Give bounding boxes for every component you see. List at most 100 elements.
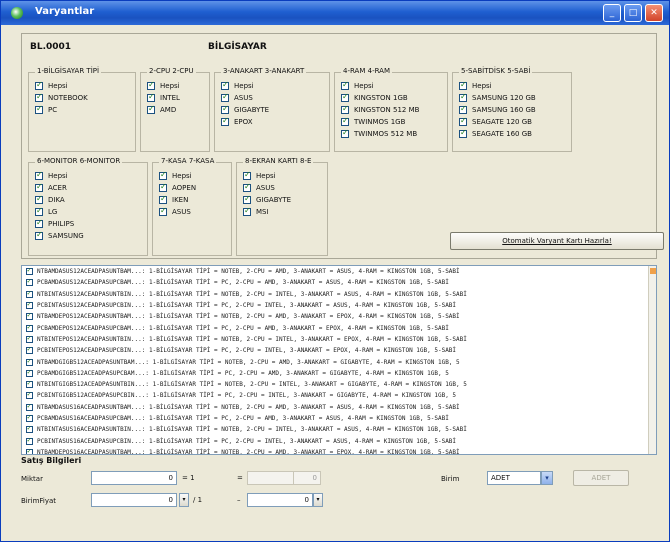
checked-checkbox-icon[interactable] xyxy=(35,194,43,204)
checked-checkbox-icon[interactable] xyxy=(147,80,155,90)
variant-row[interactable]: PCBINTASUS12ACEADPASUPCBIN...: 1-BİLGİSA… xyxy=(22,300,656,311)
close-button[interactable]: ✕ xyxy=(645,4,663,22)
checked-checkbox-icon[interactable] xyxy=(243,194,251,204)
variant-option[interactable]: GIGABYTE xyxy=(221,104,269,115)
checked-checkbox-icon[interactable] xyxy=(26,289,33,298)
variant-row[interactable]: NTBINTASUS16ACEADPASUNTBIN...: 1-BİLGİSA… xyxy=(22,424,656,435)
variant-option[interactable]: LG xyxy=(35,206,57,217)
variant-option[interactable]: GIGABYTE xyxy=(243,194,291,205)
checked-checkbox-icon[interactable] xyxy=(221,80,229,90)
checked-checkbox-icon[interactable] xyxy=(341,80,349,90)
variant-row[interactable]: PCBINTEPOS12ACEADPASUPCBIN...: 1-BİLGİSA… xyxy=(22,345,656,356)
checked-checkbox-icon[interactable] xyxy=(35,104,43,114)
variant-option[interactable]: DIKA xyxy=(35,194,65,205)
variant-row[interactable]: PCBINTGIGB512ACEADPASUPCBIN...: 1-BİLGİS… xyxy=(22,390,656,401)
checked-checkbox-icon[interactable] xyxy=(26,345,33,355)
checked-checkbox-icon[interactable] xyxy=(35,206,43,216)
checked-checkbox-icon[interactable] xyxy=(26,266,33,276)
checked-checkbox-icon[interactable] xyxy=(35,230,43,240)
checked-checkbox-icon[interactable] xyxy=(147,92,155,102)
variant-option[interactable]: KINGSTON 512 MB xyxy=(341,104,419,115)
variant-option[interactable]: MSI xyxy=(243,206,269,217)
checked-checkbox-icon[interactable] xyxy=(243,170,251,180)
unit-select[interactable]: ADET xyxy=(487,471,541,485)
variant-option[interactable]: Hepsi xyxy=(459,80,492,91)
variant-option[interactable]: EPOX xyxy=(221,116,253,127)
secondary-price-field[interactable]: 0 xyxy=(247,493,313,507)
checked-checkbox-icon[interactable] xyxy=(26,311,33,321)
variant-option[interactable]: NOTEBOOK xyxy=(35,92,88,103)
create-variant-cards-button[interactable]: Otomatik Varyant Kartı Hazırla! xyxy=(450,232,664,250)
checked-checkbox-icon[interactable] xyxy=(26,390,33,400)
checked-checkbox-icon[interactable] xyxy=(35,92,43,102)
minimize-button[interactable]: _ xyxy=(603,4,621,22)
checked-checkbox-icon[interactable] xyxy=(341,128,349,138)
variant-option[interactable]: Hepsi xyxy=(159,170,192,181)
checked-checkbox-icon[interactable] xyxy=(26,368,33,377)
variant-row[interactable]: PCBAMDEPOS12ACEADPASUPCBAM...: 1-BİLGİSA… xyxy=(22,322,656,333)
checked-checkbox-icon[interactable] xyxy=(26,300,33,310)
checked-checkbox-icon[interactable] xyxy=(26,436,33,445)
checked-checkbox-icon[interactable] xyxy=(459,104,467,114)
variant-option[interactable]: TWINMOS 512 MB xyxy=(341,128,417,139)
variant-row[interactable]: NTBAMDEPOS12ACEADPASUNTBAM...: 1-BİLGİSA… xyxy=(22,311,656,322)
variant-option[interactable]: KINGSTON 1GB xyxy=(341,92,408,103)
checked-checkbox-icon[interactable] xyxy=(26,413,33,422)
checked-checkbox-icon[interactable] xyxy=(26,402,33,411)
variant-option[interactable]: ASUS xyxy=(243,182,275,193)
checked-checkbox-icon[interactable] xyxy=(159,182,167,192)
checked-checkbox-icon[interactable] xyxy=(26,277,33,287)
variant-row[interactable]: NTBAMDASUS12ACEADPASUNTBAM...: 1-BİLGİSA… xyxy=(22,266,656,277)
scroll-thumb[interactable] xyxy=(650,268,656,274)
maximize-button[interactable]: □ xyxy=(624,4,642,22)
checked-checkbox-icon[interactable] xyxy=(159,206,167,216)
variant-option[interactable]: ASUS xyxy=(159,206,191,217)
variant-option[interactable]: AMD xyxy=(147,104,176,115)
variant-option[interactable]: IKEN xyxy=(159,194,188,205)
variant-row[interactable]: NTBINTASUS12ACEADPASUNTBIN...: 1-BİLGİSA… xyxy=(22,289,656,300)
variant-row[interactable]: NTBAMDASUS16ACEADPASUNTBAM...: 1-BİLGİSA… xyxy=(22,402,656,413)
variant-option[interactable]: TWINMOS 1GB xyxy=(341,116,405,127)
variant-option[interactable]: SAMSUNG xyxy=(35,230,84,241)
title-bar[interactable]: Varyantlar _ □ ✕ xyxy=(1,1,669,25)
variant-list[interactable]: NTBAMDASUS12ACEADPASUNTBAM...: 1-BİLGİSA… xyxy=(21,265,657,455)
variant-row[interactable]: PCBAMDASUS16ACEADPASUPCBAM...: 1-BİLGİSA… xyxy=(22,413,656,424)
variant-option[interactable]: SEAGATE 120 GB xyxy=(459,116,532,127)
list-scrollbar[interactable] xyxy=(648,266,656,454)
variant-row[interactable]: NTBINTGIGB512ACEADPASUNTBIN...: 1-BİLGİS… xyxy=(22,379,656,390)
unit-dropdown-icon[interactable]: ▾ xyxy=(541,471,553,485)
variant-option[interactable]: Hepsi xyxy=(35,170,68,181)
unit-price-field[interactable]: 0 xyxy=(91,493,177,507)
checked-checkbox-icon[interactable] xyxy=(26,379,33,389)
variant-row[interactable]: PCBINTASUS16ACEADPASUPCBIN...: 1-BİLGİSA… xyxy=(22,435,656,446)
variant-row[interactable]: PCBAMDASUS12ACEADPASUPCBAM...: 1-BİLGİSA… xyxy=(22,277,656,288)
variant-option[interactable]: SEAGATE 160 GB xyxy=(459,128,532,139)
variant-row[interactable]: NTBINTEPOS12ACEADPASUNTBIN...: 1-BİLGİSA… xyxy=(22,334,656,345)
checked-checkbox-icon[interactable] xyxy=(147,104,155,114)
checked-checkbox-icon[interactable] xyxy=(159,170,167,180)
checked-checkbox-icon[interactable] xyxy=(159,194,167,204)
variant-option[interactable]: Hepsi xyxy=(147,80,180,91)
variant-option[interactable]: Hepsi xyxy=(243,170,276,181)
checked-checkbox-icon[interactable] xyxy=(341,92,349,102)
checked-checkbox-icon[interactable] xyxy=(221,116,229,126)
checked-checkbox-icon[interactable] xyxy=(221,104,229,114)
variant-option[interactable]: SAMSUNG 120 GB xyxy=(459,92,536,103)
checked-checkbox-icon[interactable] xyxy=(341,104,349,114)
checked-checkbox-icon[interactable] xyxy=(221,92,229,102)
variant-option[interactable]: SAMSUNG 160 GB xyxy=(459,104,536,115)
variant-option[interactable]: AOPEN xyxy=(159,182,196,193)
checked-checkbox-icon[interactable] xyxy=(26,447,33,454)
variant-row[interactable]: NTBAMDEPOS16ACEADPASUNTBAM...: 1-BİLGİSA… xyxy=(22,447,656,454)
checked-checkbox-icon[interactable] xyxy=(243,206,251,216)
checked-checkbox-icon[interactable] xyxy=(459,128,467,138)
variant-option[interactable]: PC xyxy=(35,104,57,115)
checked-checkbox-icon[interactable] xyxy=(26,424,33,434)
checked-checkbox-icon[interactable] xyxy=(26,323,33,332)
checked-checkbox-icon[interactable] xyxy=(341,116,349,126)
checked-checkbox-icon[interactable] xyxy=(35,182,43,192)
checked-checkbox-icon[interactable] xyxy=(459,80,467,90)
variant-option[interactable]: INTEL xyxy=(147,92,180,103)
variant-option[interactable]: Hepsi xyxy=(341,80,374,91)
quantity-field[interactable]: 0 xyxy=(91,471,177,485)
